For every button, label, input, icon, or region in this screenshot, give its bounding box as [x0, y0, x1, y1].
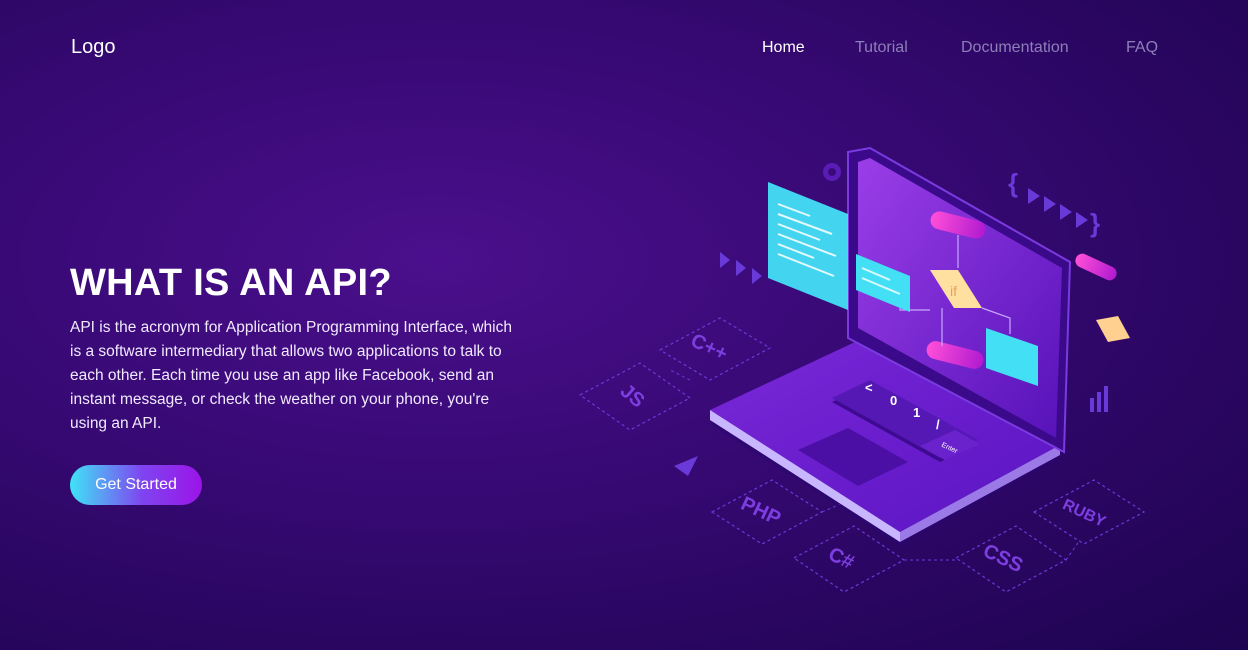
gear-icon	[823, 163, 841, 181]
hero-description: API is the acronym for Application Progr…	[70, 319, 512, 432]
floating-note	[1096, 316, 1130, 342]
get-started-button[interactable]: Get Started	[70, 465, 202, 505]
nav-home[interactable]: Home	[762, 39, 805, 57]
tile-label-php: PHP	[737, 493, 784, 530]
nav-faq[interactable]: FAQ	[1126, 39, 1158, 57]
tile-label-js: JS	[616, 380, 649, 413]
svg-text:}: }	[1090, 208, 1100, 238]
tile-label-csharp: C#	[825, 543, 857, 574]
if-label: if	[950, 283, 957, 299]
tile-label-css: CSS	[980, 540, 1027, 577]
svg-text:{: {	[1008, 168, 1018, 198]
key-zero: 0	[890, 393, 897, 408]
up-arrow-icon	[674, 456, 698, 476]
key-one: 1	[913, 405, 920, 420]
hero-title: WHAT IS AN API?	[70, 262, 392, 304]
tile-label-cpp: C++	[687, 330, 731, 366]
main-nav: Home Tutorial Documentation FAQ	[0, 39, 1248, 59]
key-slash: /	[936, 417, 940, 432]
key-less-than: <	[865, 380, 873, 395]
api-laptop-illustration: C++ JS PHP C# CSS RUBY < 0 1 / > Enter i…	[578, 146, 1146, 593]
tile-label-ruby: RUBY	[1060, 496, 1109, 531]
signal-bars-icon	[1090, 386, 1108, 412]
nav-documentation[interactable]: Documentation	[961, 39, 1069, 57]
floating-pill	[1075, 253, 1117, 281]
nav-tutorial[interactable]: Tutorial	[855, 39, 908, 57]
